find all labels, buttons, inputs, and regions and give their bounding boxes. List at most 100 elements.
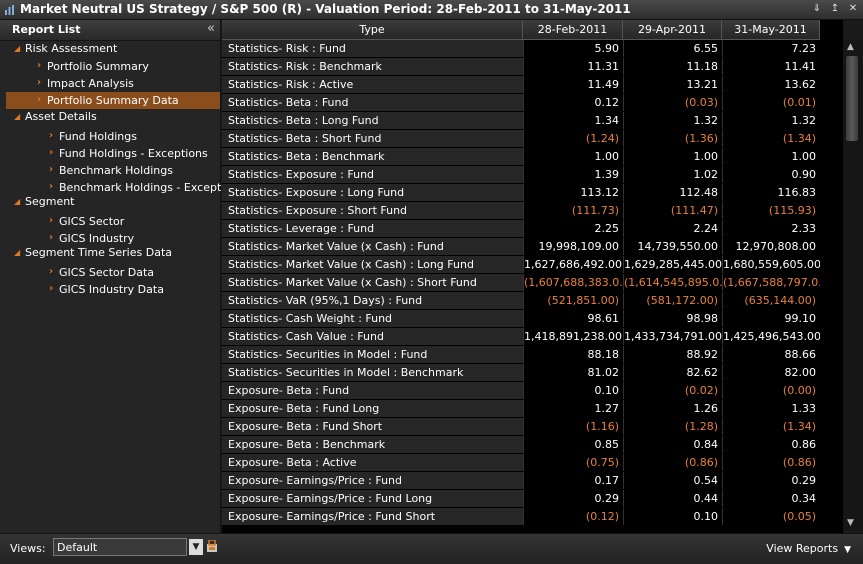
report-tree-item-label: GICS Industry Data — [59, 283, 164, 296]
views-select[interactable] — [53, 538, 187, 556]
scroll-thumb[interactable] — [846, 56, 858, 141]
table-row[interactable]: Statistics- Leverage : Fund 2.25 2.24 2.33 — [222, 220, 820, 239]
table-row[interactable]: Statistics- Cash Value : Fund 1,418,891,2… — [222, 328, 820, 347]
value-cell: 1.32 — [623, 112, 722, 129]
row-type-cell: Statistics- Risk : Benchmark — [222, 58, 523, 75]
value-cell: 0.29 — [722, 472, 820, 489]
value-cell: 112.48 — [623, 184, 722, 201]
row-type-cell: Statistics- Market Value (x Cash) : Long… — [222, 256, 523, 273]
report-tree-item[interactable]: › Portfolio Summary — [0, 58, 221, 75]
report-tree-item-label: Fund Holdings — [59, 130, 137, 143]
table-row[interactable]: Statistics- Risk : Benchmark 11.31 11.18 11… — [222, 58, 820, 77]
table-row[interactable]: Exposure- Beta : Fund Long 1.27 1.26 1.33 — [222, 400, 820, 419]
table-row[interactable]: Statistics- VaR (95%,1 Days) : Fund (521,… — [222, 292, 820, 311]
report-arrow-icon: › — [37, 77, 42, 88]
dock-icon[interactable]: ↥ — [829, 2, 841, 16]
table-row[interactable]: Statistics- Exposure : Fund 1.39 1.02 0.90 — [222, 166, 820, 185]
table-row[interactable]: Statistics- Beta : Short Fund (1.24) (1.36… — [222, 130, 820, 149]
row-type-cell: Exposure- Earnings/Price : Fund Long — [222, 490, 523, 507]
column-header-date-3[interactable]: 31-May-2011 — [722, 20, 820, 40]
table-row[interactable]: Statistics- Securities in Model : Fund 88… — [222, 346, 820, 365]
table-row[interactable]: Statistics- Market Value (x Cash) : Shor… — [222, 274, 820, 293]
column-header-type[interactable]: Type — [222, 20, 523, 40]
value-cell: 113.12 — [523, 184, 623, 201]
table-row[interactable]: Exposure- Earnings/Price : Fund Short (0.… — [222, 508, 820, 527]
table-row[interactable]: Exposure- Beta : Benchmark 0.85 0.84 0.86 — [222, 436, 820, 455]
table-row[interactable]: Statistics- Risk : Active 11.49 13.21 13.62 — [222, 76, 820, 95]
expand-triangle-icon: ◢ — [14, 112, 21, 121]
report-tree-item[interactable]: ◢ Segment — [0, 193, 221, 210]
report-tree-item[interactable]: › GICS Industry Data — [0, 281, 221, 298]
value-cell: (1.28) — [623, 418, 722, 435]
column-header-date-1[interactable]: 28-Feb-2011 — [523, 20, 623, 40]
value-cell: (0.00) — [722, 382, 820, 399]
report-tree-item[interactable]: › Fund Holdings - Exceptions — [0, 145, 221, 162]
report-tree-item[interactable]: ◢ Segment Time Series Data — [0, 244, 221, 261]
table-row[interactable]: Statistics- Market Value (x Cash) : Fund… — [222, 238, 820, 257]
window-title: Market Neutral US Strategy / S&P 500 (R)… — [20, 2, 631, 16]
report-tree-item[interactable]: ◢ Risk Assessment — [0, 40, 221, 57]
table-row[interactable]: Exposure- Earnings/Price : Fund 0.17 0.54 0… — [222, 472, 820, 491]
table-row[interactable]: Statistics- Exposure : Long Fund 113.12 11… — [222, 184, 820, 203]
report-tree-item-label: Risk Assessment — [25, 42, 118, 55]
value-cell: 14,739,550.00 — [623, 238, 722, 255]
table-row[interactable]: Exposure- Beta : Active (0.75) (0.86) (0.86… — [222, 454, 820, 473]
close-icon[interactable]: ✕ — [847, 2, 859, 16]
table-row[interactable]: Statistics- Beta : Long Fund 1.34 1.32 1.32 — [222, 112, 820, 131]
save-view-icon[interactable] — [207, 540, 217, 552]
value-cell: 1.00 — [722, 148, 820, 165]
table-row[interactable]: Exposure- Beta : Fund Short (1.16) (1.28)(… — [222, 418, 820, 437]
table-row[interactable]: Statistics- Exposure : Short Fund (111.73… — [222, 202, 820, 221]
views-dropdown-icon[interactable]: ▼ — [189, 539, 203, 555]
chevron-down-icon: ▼ — [844, 545, 851, 555]
value-cell: 1.27 — [523, 400, 623, 417]
collapse-panel-icon[interactable]: « — [207, 21, 215, 36]
value-cell: 82.00 — [722, 364, 820, 381]
value-cell: 5.90 — [523, 40, 623, 57]
report-tree-item[interactable]: › Fund Holdings — [0, 128, 221, 145]
view-reports-menu[interactable]: View Reports ▼ — [766, 542, 851, 555]
value-cell: 98.98 — [623, 310, 722, 327]
report-tree-item[interactable]: › Portfolio Summary Data — [6, 92, 220, 109]
value-cell: 0.90 — [722, 166, 820, 183]
expand-triangle-icon: ◢ — [14, 44, 21, 53]
value-cell: 19,998,109.00 — [523, 238, 623, 255]
value-cell: (0.86) — [722, 454, 820, 471]
table-row[interactable]: Statistics- Beta : Benchmark 1.00 1.00 1.00 — [222, 148, 820, 167]
value-cell: 0.84 — [623, 436, 722, 453]
row-type-cell: Statistics- Market Value (x Cash) : Fund — [222, 238, 523, 255]
scroll-up-icon[interactable]: ▲ — [847, 42, 854, 52]
report-tree-item[interactable]: › GICS Sector — [0, 213, 221, 230]
vertical-scrollbar[interactable]: ▲ ▼ — [843, 40, 863, 530]
value-cell: 1,680,559,605.00 — [722, 256, 820, 273]
table-row[interactable]: Statistics- Beta : Fund 0.12 (0.03) (0.01) — [222, 94, 820, 113]
bottom-toolbar: Views: ▼ View Reports ▼ — [0, 533, 863, 564]
value-cell: 0.54 — [623, 472, 722, 489]
row-type-cell: Statistics- Beta : Benchmark — [222, 148, 523, 165]
column-header-date-2[interactable]: 29-Apr-2011 — [623, 20, 722, 40]
report-tree-item[interactable]: › Benchmark Holdings — [0, 162, 221, 179]
scroll-down-icon[interactable]: ▼ — [847, 518, 854, 528]
value-cell: 1.00 — [623, 148, 722, 165]
value-cell: 1.39 — [523, 166, 623, 183]
report-tree-item[interactable]: › Impact Analysis — [0, 75, 221, 92]
report-tree-item[interactable]: ◢ Asset Details — [0, 108, 221, 125]
value-cell: (0.05) — [722, 508, 820, 525]
value-cell: 6.55 — [623, 40, 722, 57]
report-tree-item[interactable]: › GICS Sector Data — [0, 264, 221, 281]
table-row[interactable]: Exposure- Earnings/Price : Fund Long 0.29… — [222, 490, 820, 509]
value-cell: 98.61 — [523, 310, 623, 327]
expand-triangle-icon: ◢ — [14, 197, 21, 206]
value-cell: (0.75) — [523, 454, 623, 471]
pin-icon[interactable]: ⇓ — [811, 2, 823, 16]
value-cell: 1,418,891,238.00 — [523, 328, 623, 345]
row-type-cell: Statistics- Exposure : Fund — [222, 166, 523, 183]
table-row[interactable]: Statistics- Securities in Model : Benchm… — [222, 364, 820, 383]
table-row[interactable]: Statistics- Cash Weight : Fund 98.61 98.98… — [222, 310, 820, 329]
table-row[interactable]: Exposure- Beta : Fund 0.10 (0.02) (0.00) — [222, 382, 820, 401]
table-row[interactable]: Statistics- Risk : Fund 5.90 6.55 7.23 — [222, 40, 820, 59]
report-tree-item-label: Portfolio Summary Data — [47, 94, 179, 107]
value-cell: 2.25 — [523, 220, 623, 237]
value-cell: 1.33 — [722, 400, 820, 417]
table-row[interactable]: Statistics- Market Value (x Cash) : Long… — [222, 256, 820, 275]
